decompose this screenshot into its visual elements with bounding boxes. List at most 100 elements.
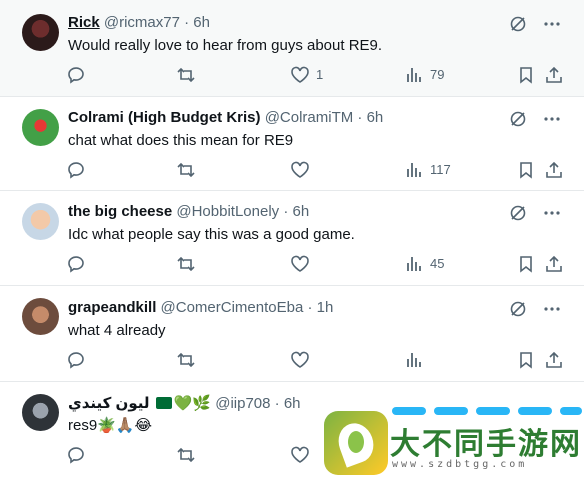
grok-icon[interactable] (508, 299, 528, 319)
tweet-emoji: 🪴🙏🏽😂 (97, 417, 153, 434)
retweet-button[interactable] (176, 445, 196, 465)
heart-icon (290, 350, 310, 370)
display-name[interactable]: grapeandkill (68, 299, 156, 316)
handle[interactable]: @ColramiTM (265, 109, 354, 126)
watermark-bar (434, 407, 468, 415)
like-button[interactable] (290, 254, 310, 274)
like-button[interactable] (290, 445, 310, 465)
tweet-header: Rick @ricmax77 · 6h (68, 14, 210, 32)
share-button[interactable] (544, 65, 564, 85)
like-button[interactable] (290, 160, 310, 180)
avatar[interactable] (22, 14, 59, 51)
retweet-button[interactable] (176, 350, 196, 370)
view-count: 45 (430, 256, 445, 271)
watermark-text: 大不同手游网 (390, 428, 582, 461)
display-name[interactable]: ليون كيندي (68, 395, 150, 412)
grok-icon[interactable] (508, 109, 528, 129)
share-button[interactable] (544, 160, 564, 180)
timestamp[interactable]: 1h (317, 299, 334, 316)
retweet-button[interactable] (176, 254, 196, 274)
avatar[interactable] (22, 394, 59, 431)
timestamp[interactable]: 6h (284, 395, 301, 412)
reply-icon (66, 160, 86, 180)
retweet-icon (176, 65, 196, 85)
avatar[interactable] (22, 109, 59, 146)
bookmark-button[interactable] (516, 160, 536, 180)
bookmark-icon (516, 65, 536, 85)
more-icon[interactable] (542, 14, 562, 34)
retweet-button[interactable] (176, 65, 196, 85)
retweet-button[interactable] (176, 160, 196, 180)
timestamp[interactable]: 6h (193, 14, 210, 31)
views-button[interactable]: 45 (404, 254, 444, 274)
avatar[interactable] (22, 203, 59, 240)
tweet-header: the big cheese @HobbitLonely · 6h (68, 203, 309, 221)
grok-icon[interactable] (508, 203, 528, 223)
handle[interactable]: @HobbitLonely (176, 203, 279, 220)
tweet-text: chat what does this mean for RE9 (68, 132, 294, 149)
views-button[interactable]: 79 (404, 65, 444, 85)
view-count: 79 (430, 67, 445, 82)
tweet-text-row: res9🪴🙏🏽😂 (68, 417, 152, 435)
views-button[interactable] (404, 350, 424, 370)
more-icon[interactable] (542, 109, 562, 129)
timestamp[interactable]: 6h (293, 203, 310, 220)
heart-icon (290, 445, 310, 465)
tweet-header: grapeandkill @ComerCimentoEba · 1h (68, 299, 333, 317)
separator: · (353, 109, 367, 126)
tweet[interactable]: the big cheese @HobbitLonely · 6h Idc wh… (0, 191, 584, 286)
share-icon (544, 65, 564, 85)
handle[interactable]: @iip708 (215, 395, 270, 412)
timestamp[interactable]: 6h (367, 109, 384, 126)
watermark-bar (518, 407, 552, 415)
separator: · (279, 203, 293, 220)
bookmark-icon (516, 160, 536, 180)
display-name[interactable]: Rick (68, 14, 100, 31)
name-emoji: 💚🌿 (173, 395, 212, 412)
reply-icon (66, 445, 86, 465)
tweet-text: what 4 already (68, 322, 166, 339)
tweet-header: Colrami (High Budget Kris) @ColramiTM · … (68, 109, 383, 127)
tweet[interactable]: grapeandkill @ComerCimentoEba · 1h what … (0, 286, 584, 382)
tweet-header: ليون كيندي 💚🌿 @iip708 · 6h (68, 395, 301, 413)
tweet-text: Idc what people say this was a good game… (68, 226, 355, 243)
watermark-bar (560, 407, 582, 415)
bookmark-button[interactable] (516, 350, 536, 370)
reply-button[interactable] (66, 445, 86, 465)
more-icon[interactable] (542, 299, 562, 319)
view-count: 117 (430, 162, 451, 177)
tweet[interactable]: Colrami (High Budget Kris) @ColramiTM · … (0, 97, 584, 191)
retweet-icon (176, 160, 196, 180)
watermark-bar (392, 407, 426, 415)
reply-button[interactable] (66, 350, 86, 370)
separator: · (270, 395, 284, 412)
heart-icon (290, 254, 310, 274)
saudi-flag-icon (155, 397, 172, 409)
reply-button[interactable] (66, 65, 86, 85)
handle[interactable]: @ricmax77 (104, 14, 180, 31)
views-icon (404, 160, 424, 180)
watermark-bar (476, 407, 510, 415)
heart-icon (290, 65, 310, 85)
share-button[interactable] (544, 350, 564, 370)
heart-icon (290, 160, 310, 180)
more-icon[interactable] (542, 203, 562, 223)
views-icon (404, 350, 424, 370)
bookmark-button[interactable] (516, 65, 536, 85)
like-button[interactable]: 1 (290, 65, 323, 85)
share-button[interactable] (544, 254, 564, 274)
reply-button[interactable] (66, 160, 86, 180)
tweet[interactable]: Rick @ricmax77 · 6h Would really love to… (0, 0, 584, 97)
views-button[interactable]: 117 (404, 160, 451, 180)
like-button[interactable] (290, 350, 310, 370)
display-name[interactable]: Colrami (High Budget Kris) (68, 109, 261, 126)
bookmark-button[interactable] (516, 254, 536, 274)
reply-button[interactable] (66, 254, 86, 274)
handle[interactable]: @ComerCimentoEba (161, 299, 304, 316)
separator: · (303, 299, 317, 316)
display-name[interactable]: the big cheese (68, 203, 172, 220)
reply-icon (66, 254, 86, 274)
avatar[interactable] (22, 298, 59, 335)
grok-icon[interactable] (508, 14, 528, 34)
like-count: 1 (316, 67, 324, 82)
